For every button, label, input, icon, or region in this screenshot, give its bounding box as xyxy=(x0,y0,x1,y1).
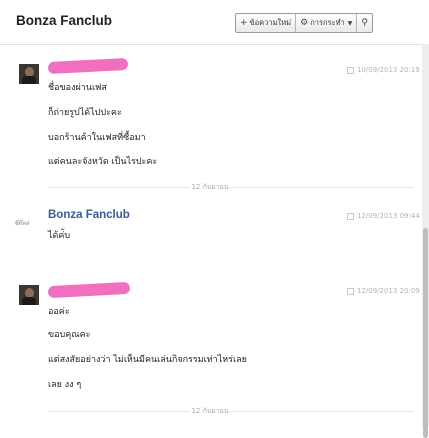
scrollbar-thumb[interactable] xyxy=(423,228,428,438)
new-message-label: ข้อความใหม่ xyxy=(249,18,292,27)
message-line: แต่คนละจังหวัด เป็นไรปะคะ xyxy=(48,157,158,167)
message-line: บอกร้านค้าในเฟสที่ซื้อมา xyxy=(48,133,146,143)
date-divider-label: 12 กันยายน xyxy=(190,406,230,417)
message-item: 12/09/2013 20:09 ออค่ะ ขอบคุณคะ แต่สงสัย… xyxy=(0,280,422,392)
actions-dropdown[interactable]: ⚙ การกระทำ ▼ xyxy=(296,14,358,32)
date-divider xyxy=(48,187,414,188)
date-divider-label: 12 กันยายน xyxy=(190,182,230,193)
date-divider xyxy=(48,411,414,412)
message-timestamp: 10/09/2013 20:19 xyxy=(347,66,420,74)
message-line: เลย งง ๆ xyxy=(48,380,82,390)
sender-name[interactable]: Bonza Fanclub xyxy=(48,209,130,221)
message-line: แต่สงสัยอย่างว่า ไม่เห็นมีคนเล่นกิจกรรมเ… xyxy=(48,355,247,365)
redacted-sender-name xyxy=(47,281,131,299)
checkbox-icon[interactable] xyxy=(347,287,354,295)
message-line: ชื่อของผ่านเฟส xyxy=(48,83,107,93)
message-item: 10/09/2013 20:19 ชื่อของผ่านเฟส ก็ถ่ายรู… xyxy=(0,54,422,179)
avatar[interactable] xyxy=(19,285,39,305)
new-message-button[interactable]: + ข้อความใหม่ xyxy=(236,14,297,32)
message-timestamp: 12/09/2013 09:44 xyxy=(347,212,420,220)
message-line: ออค่ะ xyxy=(48,307,70,317)
message-item: ชีดีหล่ Bonza Fanclub 12/09/2013 09:44 ไ… xyxy=(0,205,422,245)
message-line: ได้ค่ับ xyxy=(48,231,71,241)
plus-icon: + xyxy=(240,18,248,28)
message-line: ขอบคุณคะ xyxy=(48,330,91,340)
checkbox-icon[interactable] xyxy=(347,66,354,74)
search-button[interactable]: ⚲ xyxy=(357,14,372,32)
message-timestamp: 12/09/2013 20:09 xyxy=(347,287,420,295)
page-logo: ชีดีหล่ xyxy=(14,220,29,227)
avatar[interactable] xyxy=(19,64,39,84)
chevron-down-icon: ▼ xyxy=(347,19,353,27)
checkbox-icon[interactable] xyxy=(347,212,354,220)
actions-label: การกระทำ xyxy=(310,18,345,27)
redacted-sender-name xyxy=(47,57,129,75)
message-line: ก็ถ่ายรูปได้ไปปะคะ xyxy=(48,108,122,118)
conversation-header: Bonza Fanclub + ข้อความใหม่ ⚙ การกระทำ ▼… xyxy=(0,0,429,45)
scrollbar[interactable] xyxy=(422,44,429,438)
gear-icon: ⚙ xyxy=(300,18,309,28)
page-title: Bonza Fanclub xyxy=(16,13,113,28)
search-icon: ⚲ xyxy=(361,18,368,28)
message-toolbar: + ข้อความใหม่ ⚙ การกระทำ ▼ ⚲ xyxy=(235,13,373,33)
